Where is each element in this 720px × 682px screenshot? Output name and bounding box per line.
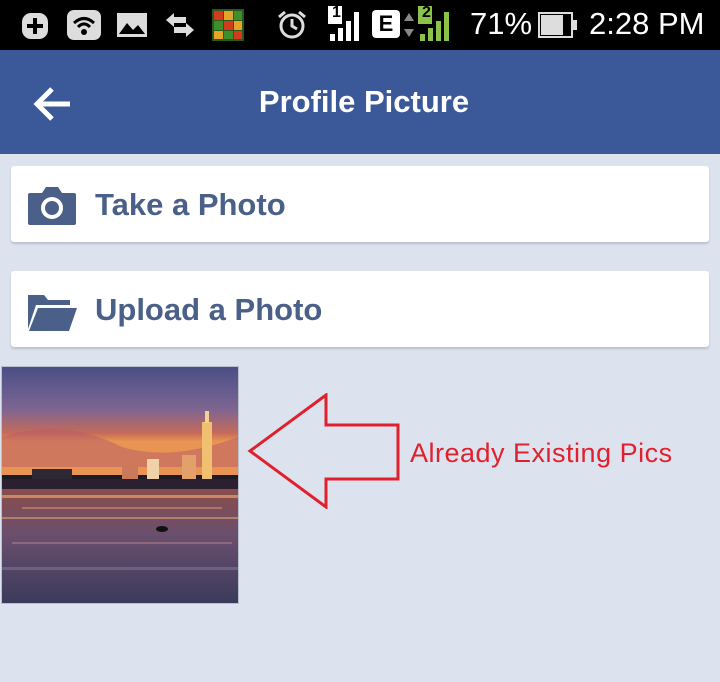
camera-icon xyxy=(28,187,76,225)
sim2-label: 2 xyxy=(422,4,431,21)
take-photo-label: Take a Photo xyxy=(95,187,286,222)
folder-open-icon xyxy=(28,295,77,331)
image-icon xyxy=(117,13,147,37)
data-arrows-icon xyxy=(404,13,414,37)
existing-photo-thumbnail[interactable] xyxy=(1,366,239,604)
plus-box-icon xyxy=(22,13,48,39)
app-bar: Profile Picture xyxy=(0,50,720,154)
app-icon xyxy=(212,9,244,41)
annotation-arrow-icon xyxy=(247,393,400,509)
data-transfer-icon xyxy=(166,13,194,37)
page-title: Profile Picture xyxy=(258,84,470,119)
battery-percent: 71% xyxy=(470,6,533,41)
battery-icon xyxy=(538,12,577,38)
network-type-label: E xyxy=(378,11,394,36)
sim1-label: 1 xyxy=(332,4,341,21)
upload-photo-button[interactable]: Upload a Photo xyxy=(11,271,709,347)
annotation-text: Already Existing Pics xyxy=(410,438,673,468)
upload-photo-label: Upload a Photo xyxy=(95,292,323,327)
take-photo-button[interactable]: Take a Photo xyxy=(11,166,709,242)
wifi-icon xyxy=(67,10,101,40)
city-skyline-sunset-photo xyxy=(2,367,238,603)
clock: 2:28 PM xyxy=(589,6,705,41)
status-bar: 1 E 2 71% 2:28 PM xyxy=(0,0,720,50)
edge-icon: E xyxy=(372,10,400,38)
alarm-icon xyxy=(278,10,306,39)
